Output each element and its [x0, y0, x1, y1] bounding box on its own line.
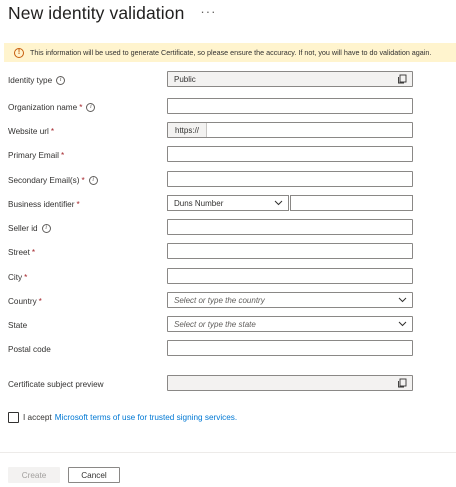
- accept-terms-row: I accept Microsoft terms of use for trus…: [8, 412, 237, 423]
- info-icon[interactable]: i: [56, 75, 66, 85]
- secondary-emails-label: Secondary Email(s) * i: [8, 174, 98, 186]
- url-prefix: https://: [168, 123, 208, 137]
- page-title: New identity validation: [8, 2, 185, 23]
- seller-id-input[interactable]: [167, 219, 413, 235]
- required-marker: *: [76, 199, 80, 209]
- identity-type-value: Public: [174, 74, 196, 84]
- page-header: New identity validation ···: [8, 1, 216, 25]
- footer-divider: [0, 452, 456, 453]
- identity-type-field: Public: [167, 71, 413, 87]
- street-label: Street *: [8, 247, 36, 257]
- accept-terms-checkbox[interactable]: [8, 412, 19, 423]
- copy-icon[interactable]: [395, 376, 409, 390]
- primary-email-input[interactable]: [167, 146, 413, 162]
- chevron-down-icon: [395, 293, 409, 307]
- business-identifier-type-dropdown[interactable]: Duns Number: [167, 195, 289, 211]
- state-dropdown[interactable]: Select or type the state: [167, 316, 413, 332]
- info-icon[interactable]: i: [41, 223, 51, 233]
- seller-id-label: Seller id i: [8, 222, 51, 234]
- terms-link[interactable]: Microsoft terms of use for trusted signi…: [55, 413, 237, 422]
- accept-text: I accept: [23, 413, 52, 422]
- required-marker: *: [81, 175, 85, 185]
- required-marker: *: [60, 150, 65, 160]
- primary-email-label: Primary Email *: [8, 150, 65, 160]
- required-marker: *: [79, 102, 83, 112]
- country-dropdown[interactable]: Select or type the country: [167, 292, 413, 308]
- state-label: State: [8, 320, 28, 330]
- copy-icon[interactable]: [395, 72, 409, 86]
- required-marker: *: [24, 272, 28, 282]
- country-label: Country *: [8, 296, 42, 306]
- chevron-down-icon: [271, 196, 285, 210]
- business-identifier-input[interactable]: [290, 195, 413, 211]
- street-input[interactable]: [167, 243, 413, 259]
- website-url-input[interactable]: https://: [167, 122, 413, 138]
- warning-banner: ! This information will be used to gener…: [4, 43, 456, 62]
- info-icon[interactable]: i: [88, 175, 98, 185]
- website-url-label: Website url *: [8, 126, 54, 136]
- certificate-preview-label: Certificate subject preview: [8, 379, 104, 389]
- secondary-emails-input[interactable]: [167, 171, 413, 187]
- more-options-icon[interactable]: ···: [200, 4, 216, 19]
- warning-text: This information will be used to generat…: [30, 48, 432, 57]
- chevron-down-icon: [395, 317, 409, 331]
- warning-icon: !: [14, 47, 24, 58]
- organization-name-label: Organization name * i: [8, 101, 96, 113]
- info-icon[interactable]: i: [86, 102, 96, 112]
- city-label: City *: [8, 272, 28, 282]
- create-button[interactable]: Create: [8, 467, 60, 483]
- city-input[interactable]: [167, 268, 413, 284]
- required-marker: *: [31, 247, 36, 257]
- cancel-button[interactable]: Cancel: [68, 467, 120, 483]
- required-marker: *: [38, 296, 42, 306]
- organization-name-input[interactable]: [167, 98, 413, 114]
- postal-code-input[interactable]: [167, 340, 413, 356]
- required-marker: *: [50, 126, 54, 136]
- certificate-preview-field: [167, 375, 413, 391]
- business-identifier-label: Business identifier *: [8, 199, 80, 209]
- identity-type-label: Identity type i: [8, 74, 66, 86]
- postal-code-label: Postal code: [8, 344, 51, 354]
